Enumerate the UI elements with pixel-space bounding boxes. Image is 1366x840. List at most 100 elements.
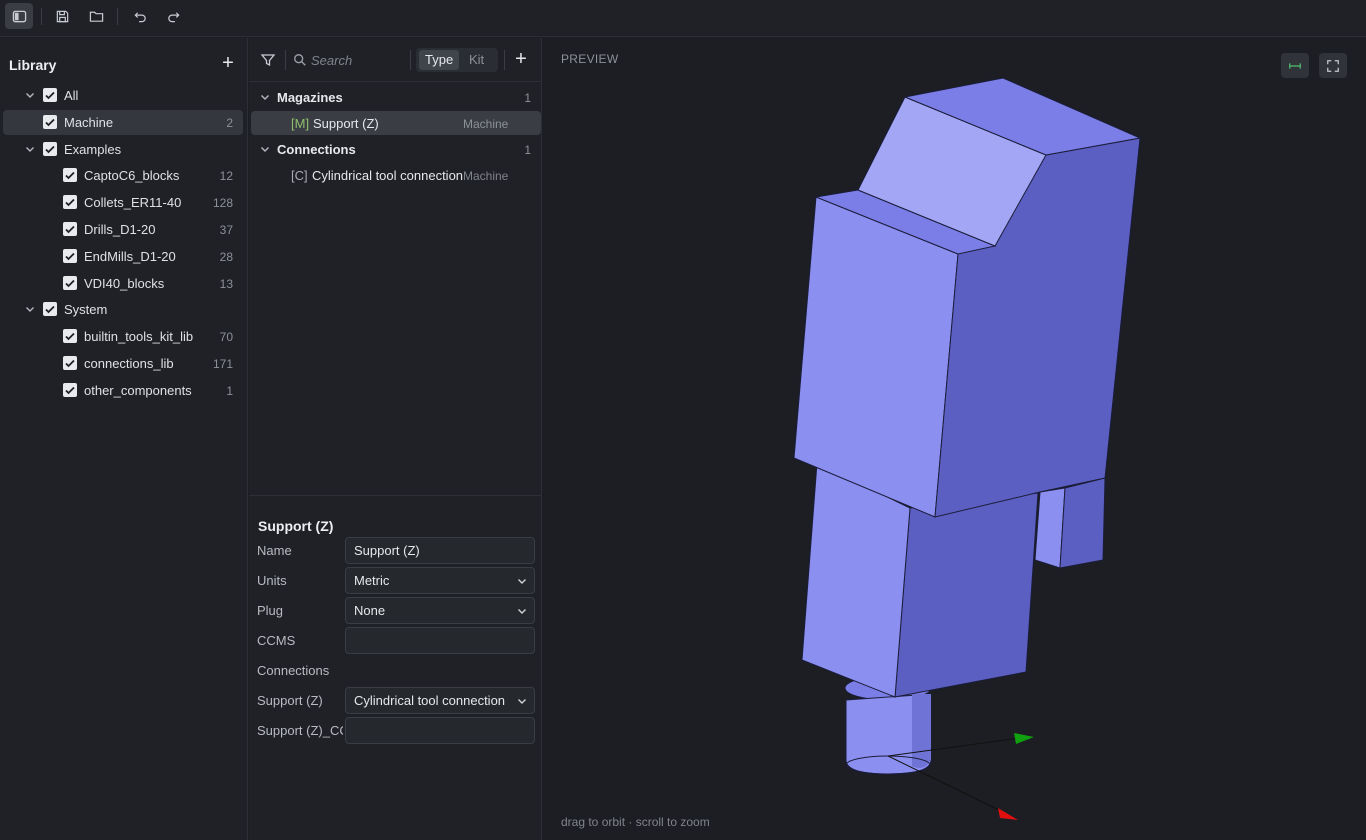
library-checkbox[interactable] (43, 141, 57, 156)
folder-open-icon (89, 11, 103, 22)
support-z-ccms-label: Support (Z)_CCMS (257, 723, 343, 738)
library-item[interactable]: VDI40_blocks 13 (3, 271, 243, 296)
library-checkbox[interactable] (63, 168, 77, 183)
group-header[interactable]: Connections 1 (251, 137, 541, 161)
library-item-count: 13 (219, 276, 233, 291)
ccms-field[interactable] (345, 627, 535, 654)
library-item-label: Drills_D1-20 (84, 222, 156, 237)
library-item-label: Collets_ER11-40 (84, 195, 182, 211)
open-folder-button[interactable] (82, 3, 110, 29)
preview-panel: PREVIEW drag to orbit · scroll to zoom (543, 38, 1366, 840)
toolbar-divider (117, 8, 118, 25)
library-title: Library (9, 57, 57, 73)
library-checkbox[interactable] (43, 114, 57, 129)
group-by-type-button[interactable]: Type (419, 50, 460, 70)
name-label: Name (257, 543, 292, 558)
group-header[interactable]: Magazines 1 (251, 85, 541, 109)
support-z-ccms-field[interactable] (345, 717, 535, 744)
add-component-button[interactable]: + (511, 49, 531, 69)
redo-icon (167, 11, 180, 22)
name-value: Support (Z) (354, 543, 420, 558)
library-checkbox[interactable] (63, 195, 77, 210)
connections-label: Connections (257, 663, 330, 678)
library-item-label: builtin_tools_kit_lib (84, 329, 194, 345)
top-toolbar (0, 0, 1366, 37)
group-by-toggle: Type Kit (416, 48, 498, 72)
chevron-down-icon[interactable] (24, 303, 36, 315)
toolbar-divider (504, 50, 505, 70)
library-checkbox[interactable] (63, 248, 77, 263)
library-item[interactable]: EndMills_D1-20 28 (3, 244, 243, 269)
toolbar-divider (41, 8, 42, 25)
library-item[interactable]: Examples (3, 137, 243, 162)
list-item[interactable]: [C] Cylindrical tool connection Machine (251, 163, 541, 187)
search-input[interactable] (311, 49, 407, 71)
fullscreen-button[interactable] (1319, 53, 1347, 78)
library-item-label: EndMills_D1-20 (84, 248, 176, 264)
units-select[interactable]: Metric (345, 567, 535, 594)
plug-select[interactable]: None (345, 597, 535, 624)
library-item-count: 37 (219, 223, 233, 237)
redo-button[interactable] (159, 3, 187, 29)
list-item[interactable]: [M] Support (Z) Machine (251, 111, 541, 135)
item-kit: Machine (463, 169, 509, 183)
library-checkbox[interactable] (63, 275, 77, 290)
toolbar-divider (285, 50, 286, 70)
measure-button[interactable] (1281, 53, 1309, 78)
sidebar-toggle-icon (12, 10, 26, 22)
chevron-down-icon[interactable] (24, 89, 36, 101)
library-checkbox[interactable] (63, 382, 77, 397)
group-label: Connections (277, 142, 356, 157)
library-item[interactable]: other_components 1 (3, 378, 243, 403)
item-type-tag: [C] (291, 168, 308, 183)
preview-hint: drag to orbit · scroll to zoom (561, 815, 710, 829)
plug-value: None (354, 603, 386, 618)
library-item-count: 2 (226, 115, 233, 130)
name-field[interactable]: Support (Z) (345, 537, 535, 564)
chevron-down-icon (518, 699, 526, 704)
library-item[interactable]: All (3, 83, 243, 108)
library-item-count: 171 (212, 357, 233, 371)
search-icon (294, 54, 306, 66)
library-item[interactable]: Machine 2 (3, 109, 243, 135)
support-z-value: Cylindrical tool connection (354, 693, 506, 708)
toolbar-divider (410, 50, 411, 70)
library-item[interactable]: Collets_ER11-40 128 (3, 190, 243, 215)
library-item-label: Machine (64, 114, 114, 130)
model-viewport[interactable] (543, 38, 1366, 840)
group-count: 1 (524, 91, 531, 105)
library-item-label: CaptoC6_blocks (84, 168, 180, 184)
library-item[interactable]: CaptoC6_blocks 12 (3, 163, 243, 188)
save-icon (56, 10, 68, 22)
preview-title: PREVIEW (561, 52, 619, 66)
library-item-count: 1 (226, 383, 233, 398)
item-name: Support (Z) (313, 116, 379, 131)
chevron-down-icon[interactable] (259, 91, 271, 103)
chevron-down-icon (518, 579, 526, 584)
library-item[interactable]: connections_lib 171 (3, 351, 243, 376)
library-item[interactable]: System (3, 297, 243, 322)
list-toolbar: Type Kit + (249, 38, 542, 82)
library-item-count: 128 (212, 196, 233, 211)
plug-label: Plug (257, 603, 284, 618)
library-item-count: 70 (219, 330, 233, 345)
save-button[interactable] (48, 3, 76, 29)
sidebar-toggle-button[interactable] (5, 3, 33, 29)
library-checkbox[interactable] (63, 356, 77, 370)
library-checkbox[interactable] (43, 88, 57, 102)
undo-icon (133, 11, 146, 22)
chevron-down-icon[interactable] (259, 143, 271, 155)
library-checkbox[interactable] (63, 329, 77, 344)
support-z-select[interactable]: Cylindrical tool connection (345, 687, 535, 714)
group-by-kit-button[interactable]: Kit (463, 50, 490, 70)
undo-button[interactable] (126, 3, 154, 29)
library-checkbox[interactable] (43, 302, 57, 317)
filter-icon[interactable] (260, 52, 276, 68)
chevron-down-icon[interactable] (24, 143, 36, 155)
library-item[interactable]: Drills_D1-20 37 (3, 217, 243, 242)
library-checkbox[interactable] (63, 222, 77, 236)
add-library-button[interactable]: + (218, 53, 238, 74)
library-item[interactable]: builtin_tools_kit_lib 70 (3, 324, 243, 349)
group-label: Magazines (277, 90, 343, 105)
units-value: Metric (354, 573, 390, 588)
